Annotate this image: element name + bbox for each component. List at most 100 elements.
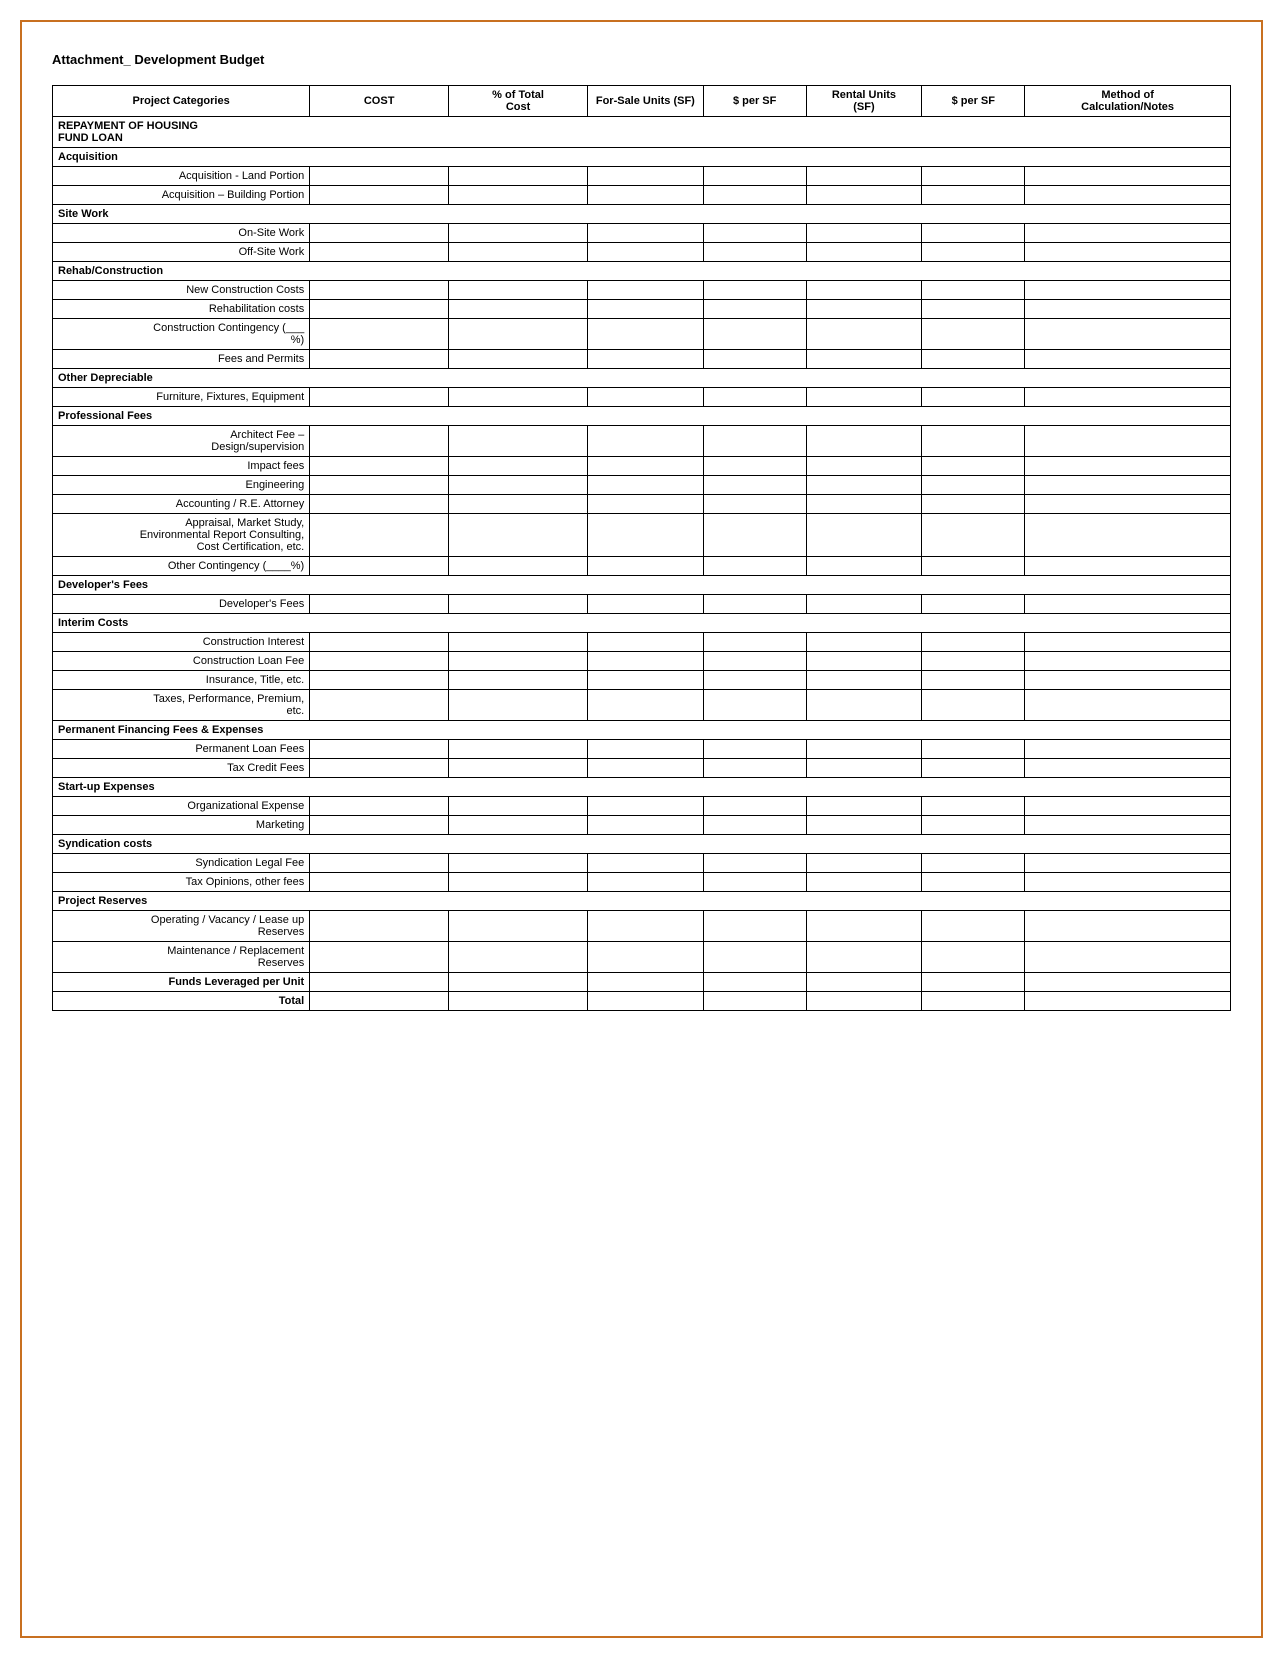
cell-2-4: [806, 167, 922, 186]
cell-5-1: [449, 224, 588, 243]
cell-3-6: [1025, 186, 1231, 205]
cell-38-1: [449, 911, 588, 942]
cell-22-4: [806, 595, 922, 614]
cell-10-6: [1025, 319, 1231, 350]
cell-11-4: [806, 350, 922, 369]
row-label-41: Total: [53, 992, 310, 1011]
row-label-40: Funds Leveraged per Unit: [53, 973, 310, 992]
cell-6-2: [587, 243, 703, 262]
cell-30-1: [449, 759, 588, 778]
page-title: Attachment_ Development Budget: [52, 52, 1231, 67]
row-label-5: On-Site Work: [53, 224, 310, 243]
cell-30-5: [922, 759, 1025, 778]
cell-13-5: [922, 388, 1025, 407]
row-label-17: Engineering: [53, 476, 310, 495]
cell-6-6: [1025, 243, 1231, 262]
cell-10-3: [703, 319, 806, 350]
row-label-27: Taxes, Performance, Premium,etc.: [53, 690, 310, 721]
row-label-35: Syndication Legal Fee: [53, 854, 310, 873]
cell-13-3: [703, 388, 806, 407]
cell-18-3: [703, 495, 806, 514]
cell-10-4: [806, 319, 922, 350]
cell-6-0: [310, 243, 449, 262]
cell-41-3: [703, 992, 806, 1011]
cell-35-1: [449, 854, 588, 873]
cell-25-5: [922, 652, 1025, 671]
cell-40-4: [806, 973, 922, 992]
row-label-3: Acquisition – Building Portion: [53, 186, 310, 205]
cell-41-5: [922, 992, 1025, 1011]
cell-16-0: [310, 457, 449, 476]
cell-15-6: [1025, 426, 1231, 457]
cell-17-6: [1025, 476, 1231, 495]
cell-35-3: [703, 854, 806, 873]
cell-22-5: [922, 595, 1025, 614]
cell-18-2: [587, 495, 703, 514]
cell-32-1: [449, 797, 588, 816]
row-label-13: Furniture, Fixtures, Equipment: [53, 388, 310, 407]
cell-22-6: [1025, 595, 1231, 614]
cell-19-1: [449, 514, 588, 557]
cell-36-3: [703, 873, 806, 892]
cell-13-2: [587, 388, 703, 407]
cell-25-2: [587, 652, 703, 671]
header-per-sf-1: $ per SF: [703, 86, 806, 117]
cell-33-0: [310, 816, 449, 835]
cell-40-0: [310, 973, 449, 992]
cell-30-6: [1025, 759, 1231, 778]
cell-30-4: [806, 759, 922, 778]
cell-19-5: [922, 514, 1025, 557]
cell-29-4: [806, 740, 922, 759]
cell-41-2: [587, 992, 703, 1011]
cell-29-2: [587, 740, 703, 759]
cell-17-1: [449, 476, 588, 495]
cell-36-2: [587, 873, 703, 892]
cell-3-1: [449, 186, 588, 205]
cell-33-4: [806, 816, 922, 835]
cell-10-5: [922, 319, 1025, 350]
cell-18-1: [449, 495, 588, 514]
row-label-9: Rehabilitation costs: [53, 300, 310, 319]
header-per-sf-2: $ per SF: [922, 86, 1025, 117]
row-label-19: Appraisal, Market Study,Environmental Re…: [53, 514, 310, 557]
section-header-34: Syndication costs: [53, 835, 1231, 854]
cell-40-5: [922, 973, 1025, 992]
cell-22-0: [310, 595, 449, 614]
row-label-2: Acquisition - Land Portion: [53, 167, 310, 186]
cell-38-4: [806, 911, 922, 942]
cell-24-3: [703, 633, 806, 652]
cell-8-2: [587, 281, 703, 300]
header-rental-units: Rental Units(SF): [806, 86, 922, 117]
cell-17-0: [310, 476, 449, 495]
cell-3-3: [703, 186, 806, 205]
cell-16-5: [922, 457, 1025, 476]
cell-32-6: [1025, 797, 1231, 816]
cell-25-1: [449, 652, 588, 671]
cell-27-0: [310, 690, 449, 721]
cell-11-6: [1025, 350, 1231, 369]
section-header-31: Start-up Expenses: [53, 778, 1231, 797]
cell-17-2: [587, 476, 703, 495]
cell-16-1: [449, 457, 588, 476]
page: Attachment_ Development Budget Project C…: [20, 20, 1263, 1638]
cell-9-0: [310, 300, 449, 319]
budget-table: Project Categories COST % of TotalCost F…: [52, 85, 1231, 1011]
cell-9-4: [806, 300, 922, 319]
cell-17-4: [806, 476, 922, 495]
section-header-37: Project Reserves: [53, 892, 1231, 911]
cell-15-3: [703, 426, 806, 457]
cell-39-1: [449, 942, 588, 973]
cell-22-2: [587, 595, 703, 614]
cell-16-3: [703, 457, 806, 476]
cell-36-6: [1025, 873, 1231, 892]
cell-19-0: [310, 514, 449, 557]
cell-9-2: [587, 300, 703, 319]
row-label-6: Off-Site Work: [53, 243, 310, 262]
cell-39-5: [922, 942, 1025, 973]
row-label-36: Tax Opinions, other fees: [53, 873, 310, 892]
section-header-14: Professional Fees: [53, 407, 1231, 426]
cell-32-2: [587, 797, 703, 816]
cell-24-1: [449, 633, 588, 652]
cell-29-0: [310, 740, 449, 759]
row-label-18: Accounting / R.E. Attorney: [53, 495, 310, 514]
